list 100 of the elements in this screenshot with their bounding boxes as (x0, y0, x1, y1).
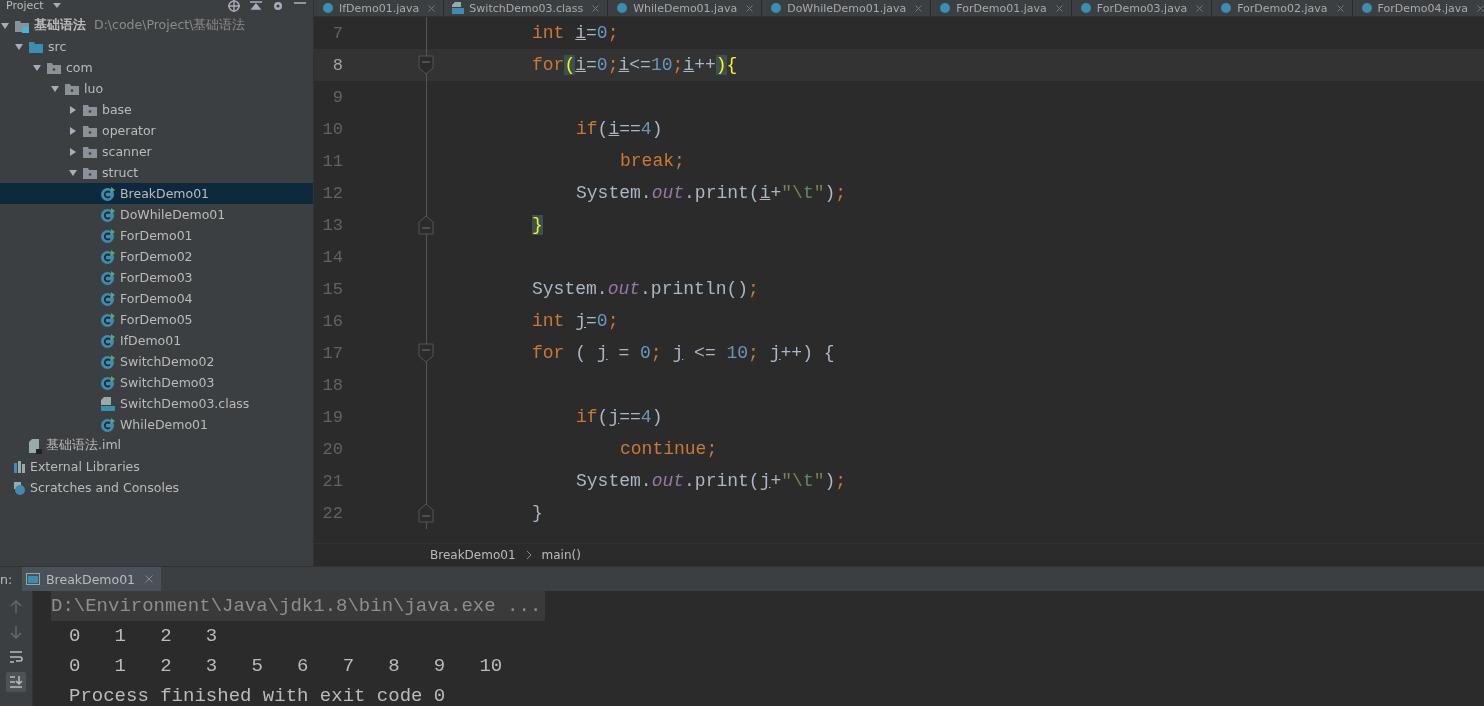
class-icon (100, 374, 116, 391)
expand-arrow-icon[interactable] (14, 41, 24, 52)
fold-icon[interactable] (418, 343, 434, 363)
chevron-icon (525, 550, 532, 560)
panel-title[interactable]: Project (6, 0, 44, 12)
console-line: 0 1 2 3 (68, 624, 219, 649)
class-icon (100, 332, 116, 349)
tree-item[interactable]: src (0, 36, 313, 57)
tree-item[interactable]: ForDemo02 (0, 246, 313, 267)
class-icon (939, 2, 952, 14)
tree-item[interactable]: IfDemo01 (0, 330, 313, 351)
breadcrumb[interactable]: BreakDemo01 (430, 548, 516, 562)
expand-arrow-icon[interactable] (68, 104, 78, 115)
tree-item[interactable]: ForDemo04 (0, 288, 313, 309)
code-line: for(i=0;i<=10;i++){ (532, 55, 738, 75)
class-icon (100, 206, 116, 223)
libraries-icon (14, 459, 26, 474)
expand-arrow-icon[interactable] (50, 83, 60, 94)
code-line: for ( j = 0; j <= 10; j++) { (532, 343, 835, 363)
line-number: 16 (321, 311, 343, 331)
expand-arrow-icon[interactable] (68, 125, 78, 136)
collapse-icon[interactable] (249, 0, 263, 12)
line-number: 14 (321, 247, 343, 267)
code-line: } (532, 503, 543, 523)
expand-arrow-icon[interactable] (0, 20, 10, 31)
fold-icon[interactable] (418, 215, 434, 235)
close-icon[interactable] (1336, 4, 1344, 12)
dropdown-caret-icon[interactable] (51, 2, 62, 10)
code-line: System.out.println(); (532, 279, 759, 299)
tree-item[interactable]: 基础语法.iml (0, 435, 313, 456)
code-line: break; (620, 151, 685, 171)
tree-item[interactable]: External Libraries (0, 456, 313, 477)
tree-item[interactable]: SwitchDemo02 (0, 351, 313, 372)
expand-arrow-icon[interactable] (68, 146, 78, 157)
class-icon (1220, 2, 1233, 14)
code-line: int i=0; (532, 23, 619, 43)
expand-arrow-icon[interactable] (32, 62, 42, 73)
class-icon (100, 290, 116, 307)
tree-item[interactable]: struct (0, 162, 313, 183)
binary-file-icon (452, 2, 465, 14)
scroll-icon[interactable] (6, 672, 26, 692)
editor-tab[interactable]: IfDemo01.java (314, 0, 445, 16)
line-number: 11 (321, 151, 343, 171)
class-icon (1360, 2, 1373, 14)
editor-tab[interactable]: SwitchDemo03.class (444, 0, 609, 16)
line-number: 13 (321, 215, 343, 235)
class-icon (100, 248, 116, 265)
fold-icon[interactable] (418, 503, 434, 523)
editor-tab[interactable]: ForDemo01.java (931, 0, 1072, 16)
line-number: 7 (331, 23, 343, 43)
scratches-icon (14, 480, 26, 495)
folder-icon (64, 81, 80, 96)
line-number: 15 (321, 279, 343, 299)
tree-item[interactable]: Scratches and Consoles (0, 477, 313, 498)
editor-tab[interactable]: DoWhileDemo01.java (762, 0, 932, 16)
tree-item[interactable]: BreakDemo01 (0, 183, 313, 204)
class-icon (322, 2, 334, 14)
editor-tab[interactable]: ForDemo03.java (1071, 0, 1213, 16)
expand-arrow-icon[interactable] (68, 167, 78, 178)
tree-item[interactable]: scanner (0, 141, 313, 162)
tree-item[interactable]: luo (0, 78, 313, 99)
console-line: 0 1 2 3 5 6 7 8 9 10 (68, 654, 504, 679)
close-icon[interactable] (145, 575, 154, 583)
target-icon[interactable] (227, 0, 241, 12)
console-line: Process finished with exit code 0 (68, 684, 447, 706)
close-icon[interactable] (1477, 4, 1484, 12)
tree-item[interactable]: ForDemo05 (0, 309, 313, 330)
tree-item[interactable]: SwitchDemo03.class (0, 393, 313, 414)
binary-file-icon (100, 395, 116, 412)
editor-tab[interactable]: ForDemo02.java (1212, 0, 1353, 16)
tree-item[interactable]: DoWhileDemo01 (0, 204, 313, 225)
tree-item[interactable]: com (0, 57, 313, 78)
fold-icon[interactable] (418, 55, 434, 75)
line-number: 20 (321, 439, 343, 459)
line-number: 19 (321, 407, 343, 427)
class-icon (1079, 2, 1092, 14)
tree-item[interactable]: SwitchDemo03 (0, 372, 313, 393)
line-number: 12 (321, 183, 343, 203)
tree-item[interactable]: 基础语法 D:\code\Project\基础语法 (0, 15, 313, 36)
line-number: 22 (321, 503, 343, 523)
tree-item[interactable]: WhileDemo01 (0, 414, 313, 435)
close-icon[interactable] (592, 4, 600, 12)
tree-item[interactable]: ForDemo01 (0, 225, 313, 246)
editor-tab[interactable]: WhileDemo01.java (608, 0, 763, 16)
tree-item[interactable]: base (0, 99, 313, 120)
close-icon[interactable] (1196, 4, 1204, 12)
breadcrumb[interactable]: main() (541, 548, 581, 562)
folder-icon (82, 144, 98, 159)
module-path: D:\code\Project\基础语法 (94, 17, 246, 34)
run-tab[interactable]: BreakDemo01 (22, 567, 162, 591)
close-icon[interactable] (746, 4, 754, 12)
editor-tab[interactable]: ForDemo04.java (1352, 0, 1484, 16)
close-icon[interactable] (428, 4, 436, 12)
tree-item[interactable]: ForDemo03 (0, 267, 313, 288)
code-line: continue; (620, 439, 718, 459)
close-icon[interactable] (915, 4, 923, 12)
close-icon[interactable] (1055, 4, 1063, 12)
code-line: System.out.print(i+"\t"); (576, 183, 847, 203)
tree-item[interactable]: operator (0, 120, 313, 141)
line-number: 8 (331, 55, 343, 75)
